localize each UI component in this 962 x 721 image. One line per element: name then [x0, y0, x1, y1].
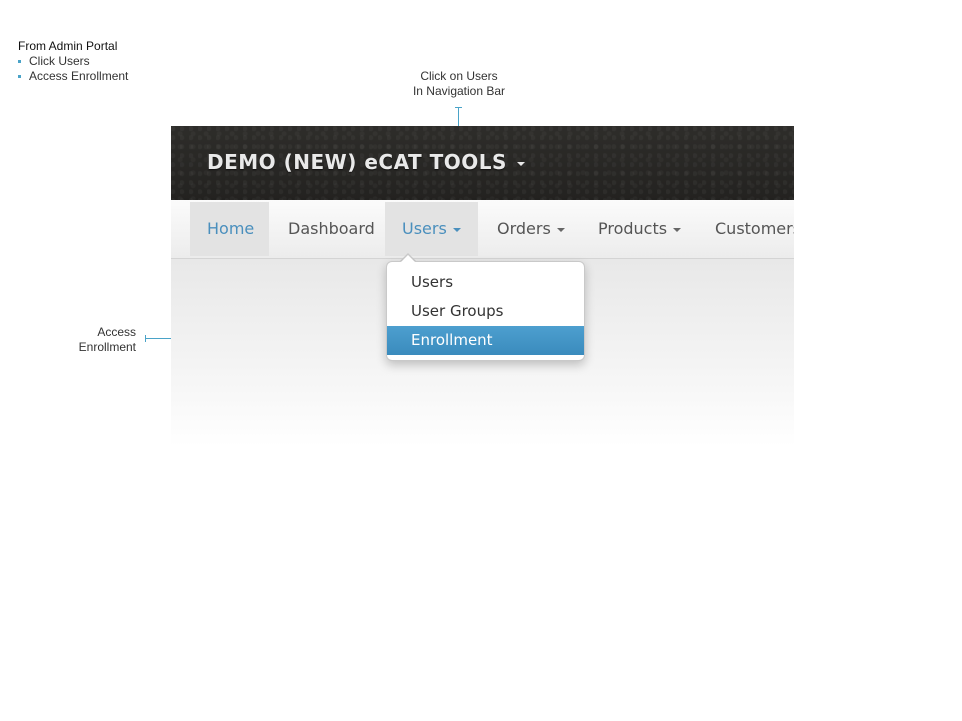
brand-bar: DEMO (NEW) eCAT TOOLS [171, 126, 794, 200]
caret-down-icon [452, 227, 461, 232]
annotation-line: In Navigation Bar [412, 84, 506, 98]
annotation-click-users: Click on Users In Navigation Bar [406, 69, 512, 99]
app-screenshot: DEMO (NEW) eCAT TOOLS Home Dashboard Use… [171, 126, 794, 446]
annotation-line: Click on Users [420, 69, 498, 83]
nav-label: Customers [715, 219, 794, 238]
users-dropdown-menu: Users User Groups Enrollment [386, 261, 585, 361]
menu-item-enrollment[interactable]: Enrollment [387, 326, 584, 355]
caret-down-icon [516, 161, 525, 166]
step-item: Access Enrollment [18, 69, 128, 84]
annotation-line: Enrollment [78, 340, 136, 354]
nav-label: Dashboard [288, 219, 375, 238]
annotation-line: Access [97, 325, 136, 339]
nav-label: Users [402, 219, 447, 238]
annotation-access-enrollment: Access Enrollment [60, 325, 136, 355]
menu-item-user-groups[interactable]: User Groups [387, 297, 584, 326]
nav-label: Products [598, 219, 668, 238]
instructions-steps: Click Users Access Enrollment [18, 54, 128, 84]
nav-item-customers[interactable]: Customers [698, 202, 794, 256]
caret-down-icon [556, 227, 565, 232]
nav-item-home[interactable]: Home [190, 202, 269, 256]
menu-item-label: Enrollment [411, 331, 493, 349]
nav-item-products[interactable]: Products [581, 202, 698, 256]
bullet-icon [18, 75, 21, 78]
caret-down-icon [673, 227, 682, 232]
menu-item-users[interactable]: Users [387, 268, 584, 297]
dropdown-pointer-fill [400, 255, 416, 263]
step-item: Click Users [18, 54, 128, 69]
instructions-block: From Admin Portal Click Users Access Enr… [18, 39, 128, 84]
nav-item-orders[interactable]: Orders [480, 202, 582, 256]
step-label: Access Enrollment [29, 69, 129, 83]
nav-item-users[interactable]: Users [385, 202, 478, 256]
step-label: Click Users [29, 54, 90, 68]
navigation-bar: Home Dashboard Users Orders Products Cus… [171, 200, 794, 259]
instructions-title: From Admin Portal [18, 39, 118, 53]
menu-item-label: Users [411, 273, 454, 291]
brand-title: DEMO (NEW) eCAT TOOLS [207, 150, 507, 174]
bullet-icon [18, 60, 21, 63]
brand-dropdown[interactable]: DEMO (NEW) eCAT TOOLS [207, 150, 525, 174]
nav-item-dashboard[interactable]: Dashboard [271, 202, 392, 256]
menu-item-label: User Groups [411, 302, 504, 320]
nav-label: Home [207, 219, 255, 238]
nav-label: Orders [497, 219, 551, 238]
